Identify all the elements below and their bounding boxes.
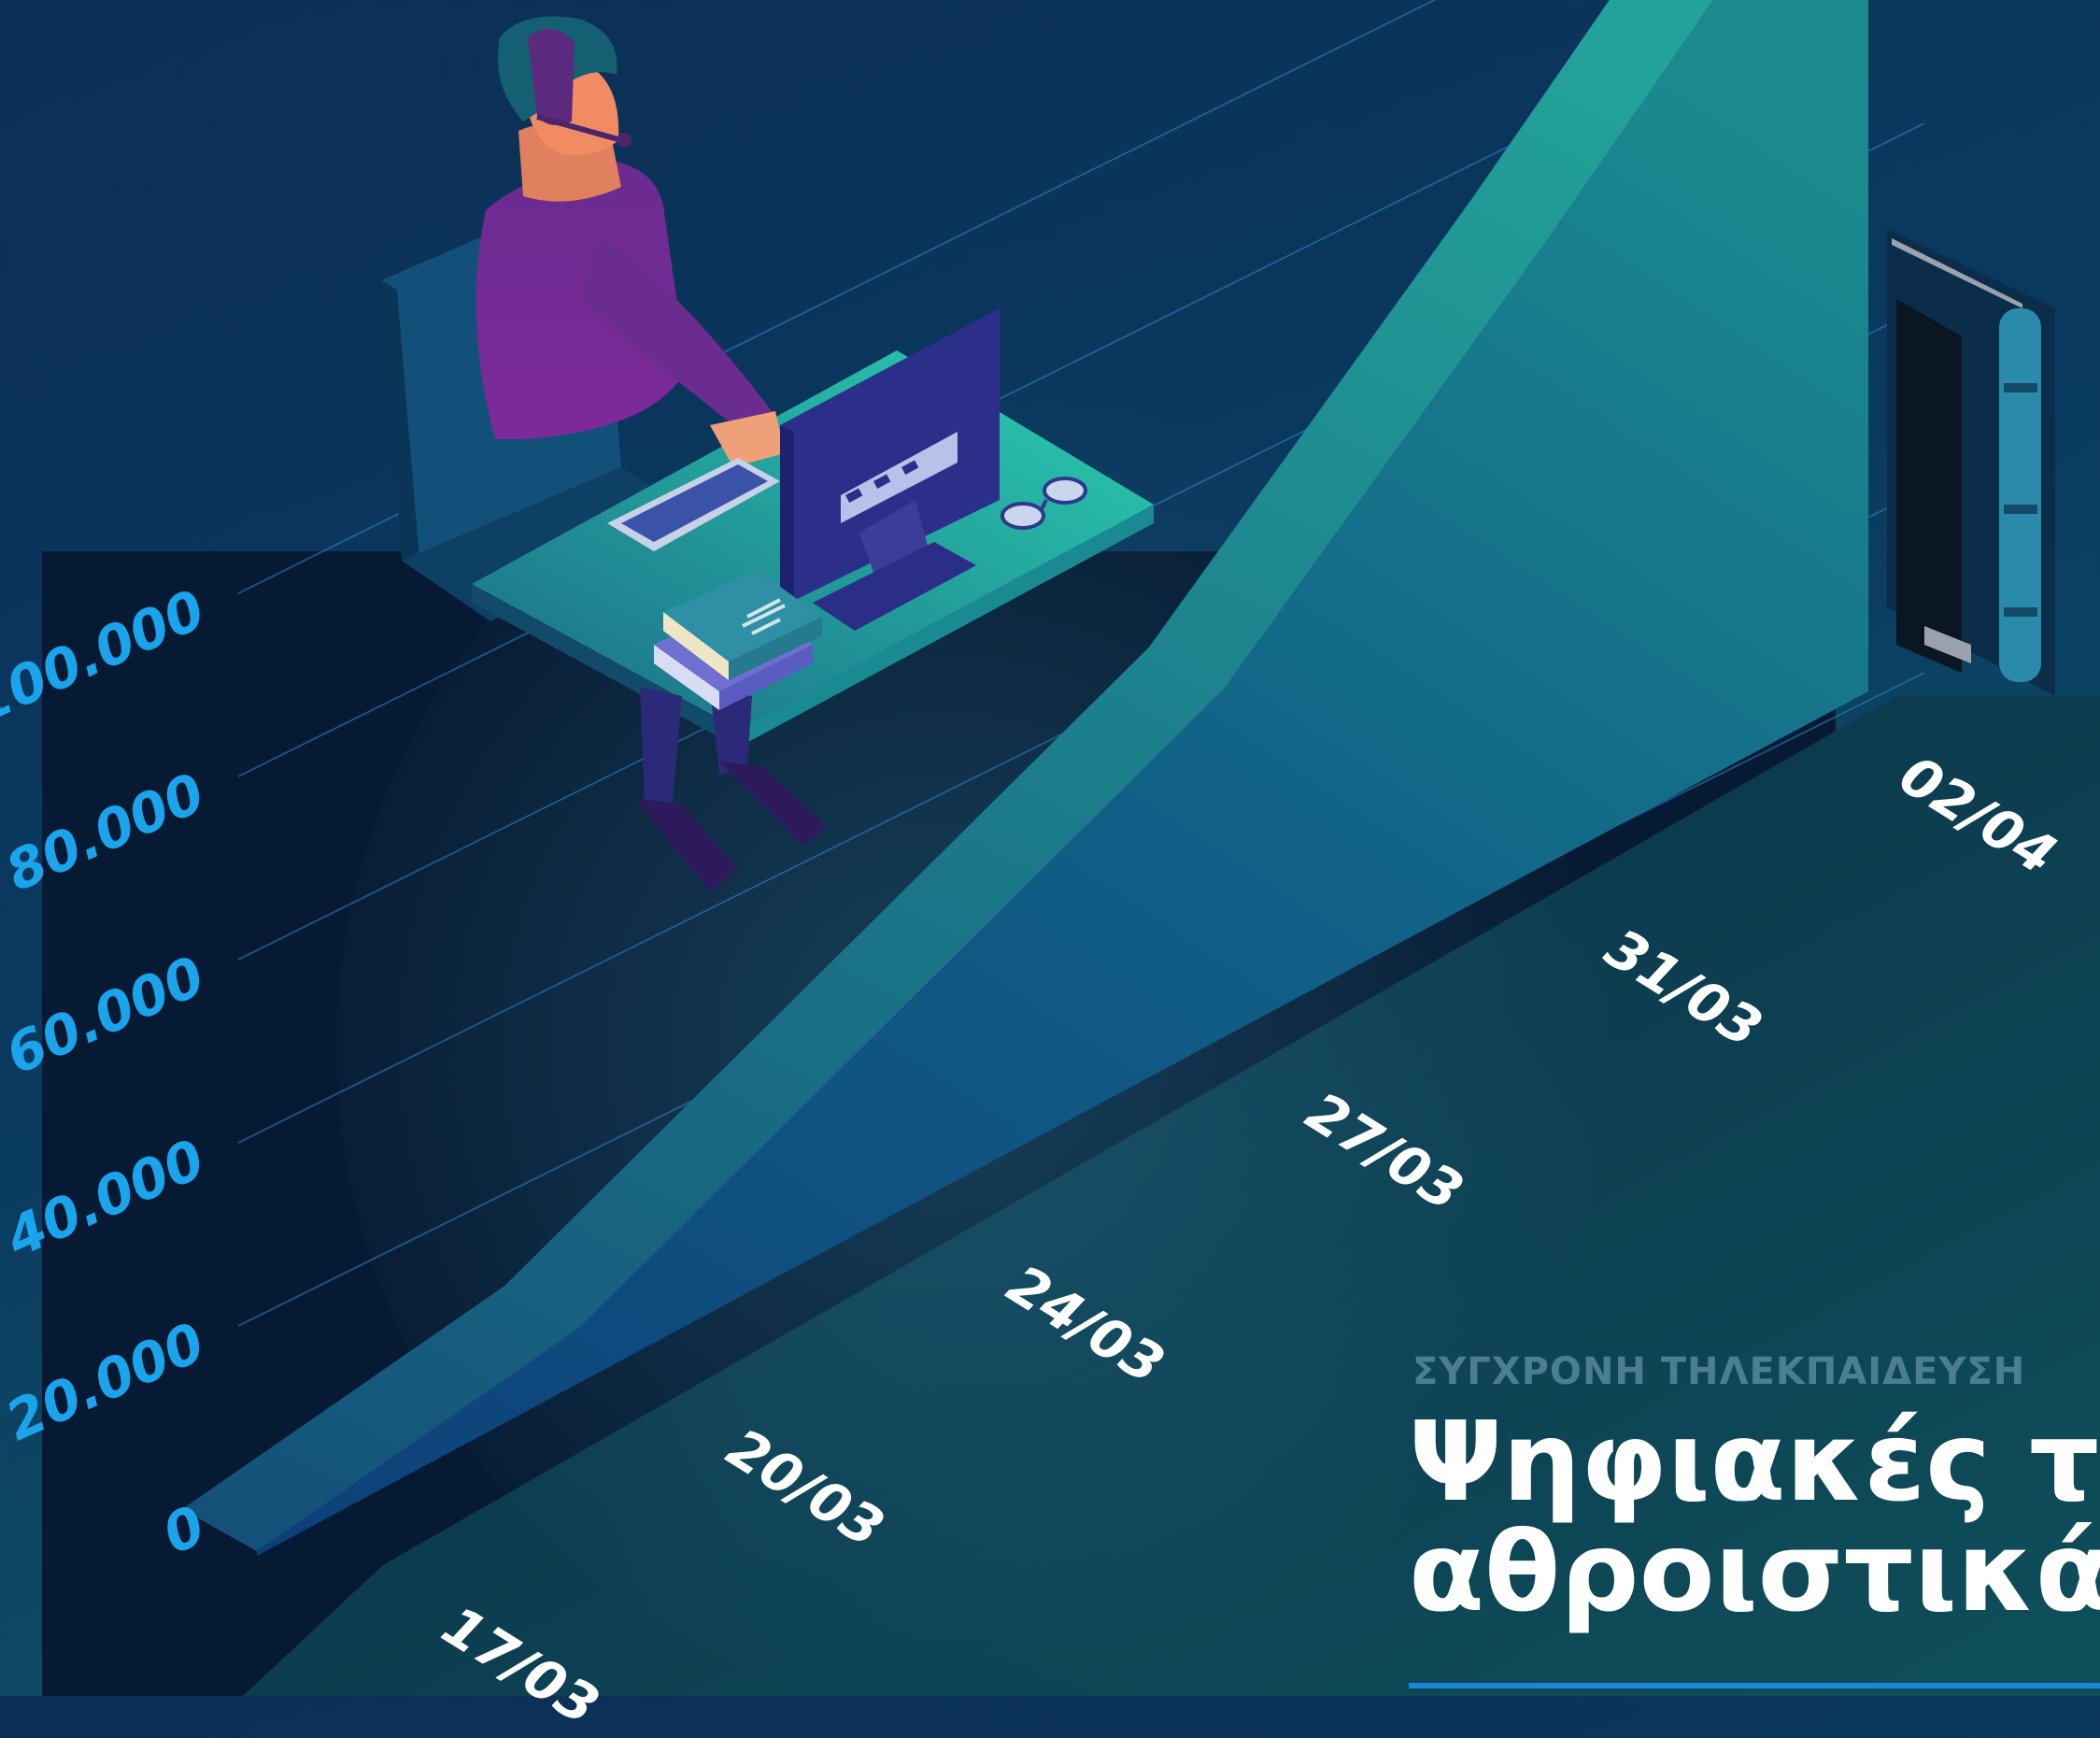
open-book-icon [1887,229,2055,696]
title-line-1: Ψηφιακές τ [1409,1406,2100,1526]
title-line-2: αθροιστικά [1409,1507,2100,1636]
section-kicker: ΣΥΓΧΡΟΝΗ ΤΗΛΕΚΠΑΙΔΕΥΣΗ [1412,1350,2026,1393]
chart: 0 20.000 40.000 60.000 80.000 100.000 17/03 20… [0,0,2100,1738]
title-underline [1409,1683,2100,1688]
page-title: Ψηφιακές τ αθροιστικά [1409,1406,2100,1687]
